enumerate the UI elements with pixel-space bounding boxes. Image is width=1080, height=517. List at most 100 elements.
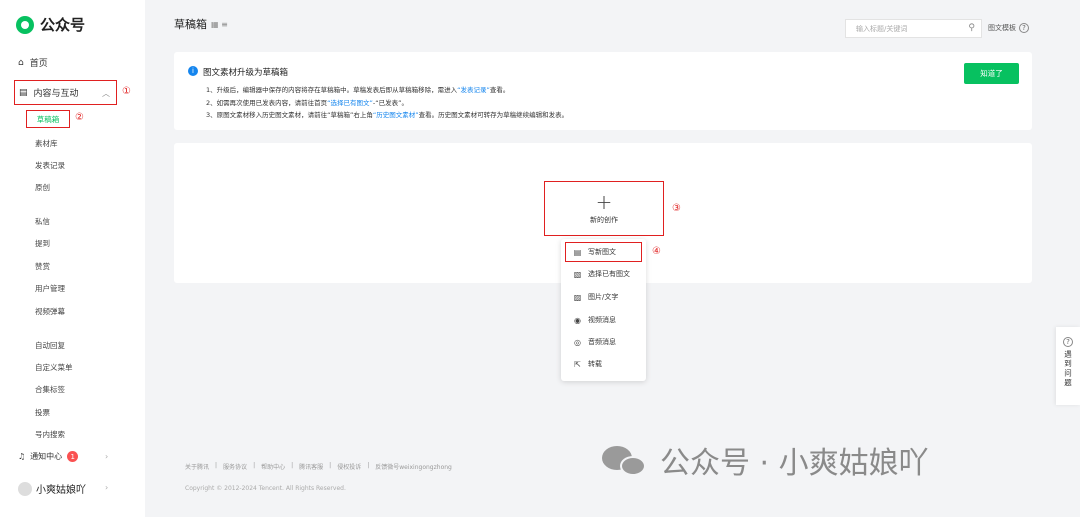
search-input[interactable]: 输入标题/关键词 ⚲	[845, 19, 982, 38]
watermark: 公众号 · 小爽姑娘吖	[600, 438, 929, 482]
select-existing-link[interactable]: “选择已有图文”	[327, 99, 373, 107]
chevron-up-icon: ︿	[102, 89, 110, 98]
account-name: 小爽姑娘吖	[36, 485, 86, 496]
upgrade-notice: i 图文素材升级为草稿箱 1、升级后，编辑器中保存的内容将存在草稿箱中。草稿发表…	[174, 52, 1032, 130]
sidebar-item[interactable]: 提到	[35, 238, 50, 249]
repost-icon: ⇱	[574, 359, 581, 369]
sidebar-group-content[interactable]: ▤ 内容与互动 ︿	[14, 80, 117, 105]
document-icon: ▤	[19, 87, 28, 98]
notice-line-2: 2、如需再次使用已发表内容，请前往首页“选择已有图文”-“已发表”。	[206, 97, 408, 107]
annotation-marker-1: ①	[122, 86, 131, 97]
account[interactable]: 小爽姑娘吖	[18, 481, 86, 496]
sidebar-item[interactable]: 合集标签	[35, 384, 65, 395]
logo[interactable]: 公众号	[16, 14, 85, 35]
notice-text: -“已发表”。	[372, 99, 408, 107]
sidebar-item[interactable]: 素材库	[35, 138, 58, 149]
audio-icon: ◎	[574, 337, 581, 347]
menu-item-label: 视频消息	[588, 316, 616, 324]
avatar	[18, 481, 32, 496]
watermark-text: 公众号 · 小爽姑娘吖	[660, 446, 929, 481]
menu-item-video[interactable]: ◉ 视频消息	[573, 315, 616, 325]
menu-item-label: 音频消息	[588, 338, 616, 346]
sidebar-item-home[interactable]: ⌂ 首页	[18, 56, 48, 70]
wechat-logo-icon	[16, 15, 34, 34]
footer-link[interactable]: 腾讯客服	[299, 462, 323, 471]
new-creation-label: 新的创作	[590, 215, 618, 224]
document-search-icon: ▧	[573, 269, 582, 279]
info-icon: i	[188, 66, 198, 76]
annotation-marker-3: ③	[672, 203, 681, 214]
image-icon: ▨	[573, 292, 582, 302]
sidebar-item-drafts[interactable]: 草稿箱	[26, 110, 70, 128]
menu-item-repost[interactable]: ⇱ 转载	[573, 359, 602, 369]
sidebar-group-label: 内容与互动	[33, 89, 79, 99]
menu-item-label: 转载	[588, 360, 602, 368]
help-icon[interactable]: ?	[1019, 23, 1029, 33]
sidebar: 公众号 ⌂ 首页 ▤ 内容与互动 ︿ ① 草稿箱 ② 素材库 发表记录 原创 私…	[0, 0, 145, 517]
sidebar-item[interactable]: 视频弹幕	[35, 306, 65, 317]
highlight-new-article	[565, 242, 642, 262]
footer-link[interactable]: 帮助中心	[261, 462, 285, 471]
history-materials-link[interactable]: “历史图文素材”	[373, 111, 419, 119]
page-title-text: 草稿箱	[174, 18, 207, 31]
feedback-label: 遇到问题	[1063, 350, 1073, 388]
menu-item-label: 图片/文字	[588, 293, 619, 301]
sidebar-item[interactable]: 原创	[35, 182, 50, 193]
feedback-tab[interactable]: ? 遇到问题	[1056, 327, 1080, 405]
menu-item-audio[interactable]: ◎ 音频消息	[573, 337, 616, 347]
notice-text: 3、原图文素材移入历史图文素材，请前往“草稿箱”右上角	[206, 111, 373, 119]
sidebar-item[interactable]: 自定义菜单	[35, 362, 73, 373]
footer-links: 关于腾讯 | 服务协议 | 帮助中心 | 腾讯客服 | 侵权投诉 | 反馈微号weixin…	[185, 462, 452, 471]
footer-divider: |	[367, 462, 370, 469]
annotation-marker-2: ②	[75, 112, 84, 123]
sidebar-item[interactable]: 号内搜索	[35, 429, 65, 440]
menu-item-image-text[interactable]: ▨ 图片/文字	[573, 292, 619, 302]
notice-text: 2、如需再次使用已发表内容，请前往首页	[206, 99, 328, 107]
menu-item-select-existing[interactable]: ▧ 选择已有图文	[573, 269, 630, 279]
publish-records-link[interactable]: “发表记录”	[457, 86, 490, 94]
home-icon: ⌂	[18, 57, 24, 68]
list-view-icon[interactable]: ▦ ≡	[211, 20, 228, 29]
brand-name: 公众号	[40, 16, 86, 34]
template-link[interactable]: 图文模板 ?	[988, 23, 1029, 33]
footer-link[interactable]: 反馈微号weixingongzhong	[375, 462, 452, 471]
notice-text: 查看。	[489, 86, 510, 94]
notice-title: 图文素材升级为草稿箱	[203, 68, 289, 78]
sidebar-item[interactable]: 自动回复	[35, 340, 65, 351]
notice-text: 查看。历史图文素材可转存为草稿继续编辑和发表。	[418, 111, 569, 119]
footer-divider: |	[253, 462, 256, 469]
copyright: Copyright © 2012-2024 Tencent. All Right…	[185, 485, 346, 492]
chevron-right-icon: ›	[105, 452, 109, 461]
footer-link[interactable]: 关于腾讯	[185, 462, 209, 471]
footer-link[interactable]: 服务协议	[223, 462, 247, 471]
menu-item-label: 选择已有图文	[588, 270, 630, 278]
sidebar-item[interactable]: 发表记录	[35, 160, 65, 171]
notice-line-3: 3、原图文素材移入历史图文素材，请前往“草稿箱”右上角“历史图文素材”查看。历史…	[206, 109, 568, 119]
chevron-right-icon: ›	[105, 483, 109, 492]
footer-divider: |	[291, 462, 294, 469]
search-icon[interactable]: ⚲	[968, 23, 975, 33]
search-placeholder: 输入标题/关键词	[856, 24, 908, 33]
sidebar-item-notifications[interactable]: ♫ 通知中心 1	[18, 451, 79, 462]
footer-divider: |	[215, 462, 218, 469]
sidebar-item[interactable]: 私信	[35, 216, 50, 227]
sidebar-item[interactable]: 赞赏	[35, 261, 50, 272]
sidebar-item[interactable]: 用户管理	[35, 283, 65, 294]
sidebar-item-label: 首页	[29, 59, 48, 69]
notification-badge: 1	[67, 451, 79, 462]
page-title: 草稿箱 ▦ ≡	[174, 16, 228, 32]
template-label: 图文模板	[988, 24, 1016, 32]
footer-link[interactable]: 侵权投诉	[337, 462, 361, 471]
notice-text: 1、升级后，编辑器中保存的内容将存在草稿箱中。草稿发表后即从草稿箱移除，需进入	[206, 86, 458, 94]
annotation-marker-4: ④	[652, 246, 661, 257]
help-icon: ?	[1063, 337, 1073, 347]
sidebar-item[interactable]: 投票	[35, 407, 50, 418]
bell-icon: ♫	[18, 452, 26, 461]
play-icon: ◉	[574, 315, 581, 325]
sidebar-item-label: 通知中心	[30, 452, 63, 461]
notice-line-1: 1、升级后，编辑器中保存的内容将存在草稿箱中。草稿发表后即从草稿箱移除，需进入“…	[206, 84, 509, 94]
plus-icon: +	[595, 189, 613, 214]
got-it-button[interactable]: 知道了	[964, 63, 1019, 84]
wechat-bubble-icon	[600, 440, 650, 480]
new-creation-button[interactable]: + 新的创作	[544, 181, 664, 236]
